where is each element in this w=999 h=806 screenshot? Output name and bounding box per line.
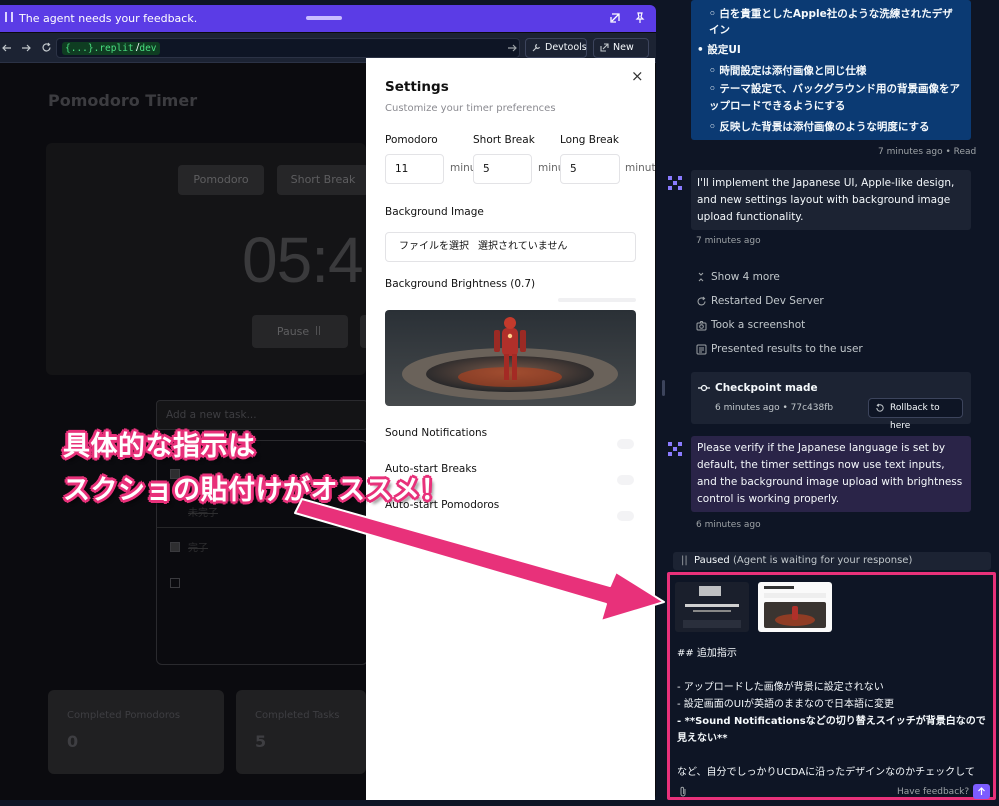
screen: The agent needs your feedback. {...}.rep… [0, 0, 999, 806]
annotation-arrow [294, 498, 665, 622]
